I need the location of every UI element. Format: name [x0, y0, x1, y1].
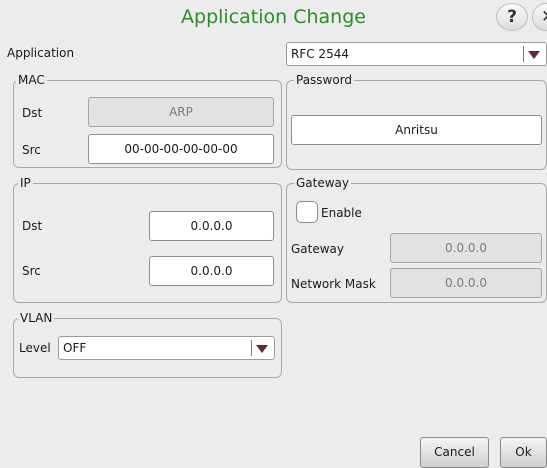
ok-button[interactable]: Ok: [500, 437, 547, 468]
network-mask-field[interactable]: 0.0.0.0: [390, 268, 542, 298]
vlan-level-label: Level: [19, 341, 51, 355]
password-field[interactable]: Anritsu: [291, 115, 542, 145]
mac-legend: MAC: [16, 73, 47, 87]
mac-src-label: Src: [22, 143, 41, 157]
ip-src-field[interactable]: 0.0.0.0: [149, 256, 274, 286]
enable-label: Enable: [321, 206, 362, 220]
vlan-level-select[interactable]: OFF: [58, 336, 275, 360]
mac-dst-field[interactable]: ARP: [88, 97, 274, 127]
application-label: Application: [7, 46, 75, 60]
network-mask-label: Network Mask: [291, 277, 376, 291]
mac-src-field[interactable]: 00-00-00-00-00-00: [88, 134, 274, 164]
select-divider: [523, 46, 524, 62]
vlan-level-value: OFF: [63, 341, 87, 355]
ip-legend: IP: [18, 176, 33, 190]
triangle-down-icon: [528, 51, 540, 59]
mac-dst-label: Dst: [22, 106, 43, 120]
gateway-field[interactable]: 0.0.0.0: [390, 233, 542, 263]
ip-dst-label: Dst: [22, 219, 43, 233]
application-select[interactable]: RFC 2544: [286, 42, 547, 66]
password-legend: Password: [294, 73, 355, 87]
ip-src-label: Src: [22, 264, 41, 278]
ip-dst-field[interactable]: 0.0.0.0: [149, 211, 274, 241]
cancel-button[interactable]: Cancel: [420, 437, 489, 468]
gateway-legend: Gateway: [294, 176, 352, 190]
help-icon[interactable]: ?: [496, 3, 528, 31]
enable-checkbox[interactable]: [296, 201, 318, 223]
select-divider: [251, 340, 252, 356]
vlan-legend: VLAN: [18, 311, 55, 325]
triangle-down-icon: [256, 345, 268, 353]
gateway-label: Gateway: [291, 242, 345, 256]
dialog-title: Application Change: [181, 6, 366, 28]
application-select-value: RFC 2544: [291, 47, 349, 61]
